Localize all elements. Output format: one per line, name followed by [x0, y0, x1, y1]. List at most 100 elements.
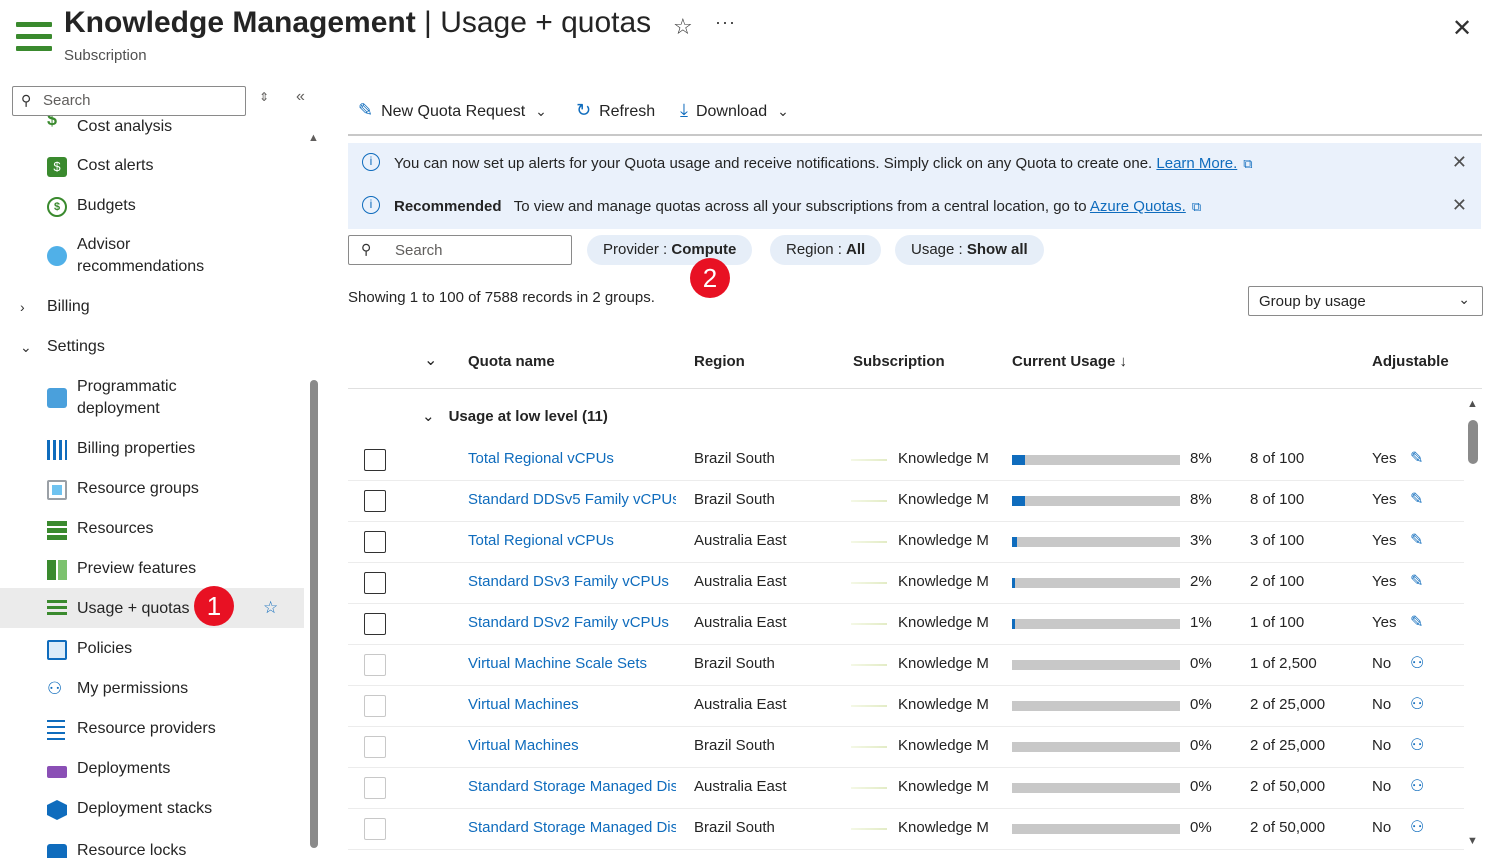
sidebar-search-input[interactable]: ⚲ Search — [12, 86, 246, 116]
usage-count: 3 of 100 — [1250, 532, 1305, 549]
table-row[interactable]: Standard DSv2 Family vCPUs Australia East… — [348, 604, 1464, 645]
table-row[interactable]: Standard DSv3 Family vCPUs Australia East… — [348, 563, 1464, 604]
region-filter-pill[interactable]: Region : All — [770, 235, 882, 265]
sidebar-item-deployment-stacks[interactable]: Deployment stacks — [0, 798, 304, 820]
sidebar-item-programmatic-deployment[interactable]: Programmatic deployment — [0, 376, 304, 420]
collapse-sidebar-icon[interactable]: « — [296, 88, 305, 106]
favorite-star-icon[interactable]: ☆ — [673, 14, 693, 40]
quota-name-link[interactable]: Standard DDSv5 Family vCPUs — [468, 491, 676, 508]
collapse-all-chevron-icon[interactable]: ⌄ — [424, 350, 437, 370]
usage-percent: 0% — [1190, 737, 1212, 754]
sidebar-item-settings[interactable]: ⌄ Settings — [0, 336, 304, 358]
sidebar-item-resource-providers[interactable]: Resource providers — [0, 718, 304, 740]
download-button[interactable]: ⤓ Download ⌄ — [680, 100, 789, 121]
row-checkbox[interactable] — [364, 613, 386, 635]
table-row[interactable]: Total Regional vCPUs Brazil South Knowledg… — [348, 440, 1464, 481]
cost-alerts-icon: $ — [47, 157, 67, 177]
sidebar-item-preview-features[interactable]: Preview features — [0, 558, 304, 580]
row-checkbox[interactable] — [364, 449, 386, 471]
sidebar-item-cost-alerts[interactable]: $ Cost alerts — [0, 155, 304, 177]
quota-name-link[interactable]: Standard Storage Managed Disks — [468, 778, 676, 795]
quota-name-link[interactable]: Virtual Machine Scale Sets — [468, 655, 676, 672]
table-row[interactable]: Virtual Machine Scale Sets Brazil South Kn… — [348, 645, 1464, 686]
quota-name-link[interactable]: Standard Storage Managed Disks — [468, 819, 676, 836]
group-header-low-usage[interactable]: ⌄ Usage at low level (11) — [422, 407, 608, 425]
person-icon[interactable]: ⚇ — [1410, 776, 1424, 796]
table-row[interactable]: Virtual Machines Australia East Knowledge … — [348, 686, 1464, 727]
pencil-icon[interactable]: ✎ — [1410, 612, 1423, 632]
dismiss-banner-icon[interactable]: ✕ — [1452, 152, 1467, 173]
learn-more-link[interactable]: Learn More. — [1156, 155, 1237, 172]
sidebar-item-usage-quotas[interactable]: Usage + quotas ☆ — [0, 588, 304, 628]
table-scrollbar-thumb[interactable] — [1468, 420, 1478, 464]
person-icon[interactable]: ⚇ — [1410, 653, 1424, 673]
close-icon[interactable]: ✕ — [1452, 14, 1472, 43]
row-checkbox[interactable] — [364, 490, 386, 512]
quota-name-link[interactable]: Standard DSv3 Family vCPUs — [468, 573, 676, 590]
usage-count: 2 of 50,000 — [1250, 778, 1326, 795]
region-cell: Brazil South — [694, 491, 775, 508]
col-header-region[interactable]: Region — [694, 353, 745, 370]
favorite-star-icon[interactable]: ☆ — [263, 597, 278, 619]
azure-quotas-link[interactable]: Azure Quotas. — [1090, 198, 1186, 215]
quota-search-input[interactable]: ⚲ Search — [348, 235, 572, 265]
row-checkbox[interactable] — [364, 777, 386, 799]
subscription-icon — [16, 22, 52, 52]
more-options-icon[interactable]: ··· — [715, 12, 736, 33]
region-cell: Australia East — [694, 532, 787, 549]
pencil-icon[interactable]: ✎ — [1410, 489, 1423, 509]
sort-toggle-icon[interactable]: ⇕ — [259, 90, 269, 104]
table-row[interactable]: Virtual Machines Brazil South Knowledge Ma… — [348, 727, 1464, 768]
quota-name-link[interactable]: Total Regional vCPUs — [468, 450, 676, 467]
row-checkbox[interactable] — [364, 531, 386, 553]
col-header-quota-name[interactable]: Quota name — [468, 353, 555, 370]
usage-bar — [1012, 742, 1180, 752]
scroll-up-arrow-icon[interactable]: ▲ — [308, 132, 319, 144]
row-checkbox[interactable] — [364, 736, 386, 758]
sidebar-item-advisor[interactable]: Advisor recommendations — [0, 234, 304, 278]
sidebar-item-cost-analysis[interactable]: $ Cost analysis — [0, 116, 304, 138]
pencil-icon[interactable]: ✎ — [1410, 530, 1423, 550]
usage-count: 1 of 2,500 — [1250, 655, 1317, 672]
pencil-icon[interactable]: ✎ — [1410, 448, 1423, 468]
quota-name-link[interactable]: Virtual Machines — [468, 696, 676, 713]
row-checkbox[interactable] — [364, 654, 386, 676]
scroll-up-arrow-icon[interactable]: ▲ — [1467, 398, 1478, 410]
sidebar-item-resource-groups[interactable]: Resource groups — [0, 478, 304, 500]
sidebar-item-budgets[interactable]: $ Budgets — [0, 195, 304, 217]
quota-name-link[interactable]: Virtual Machines — [468, 737, 676, 754]
sidebar-item-resources[interactable]: Resources — [0, 518, 304, 540]
sidebar-item-deployments[interactable]: Deployments — [0, 758, 304, 780]
sidebar-item-resource-locks[interactable]: Resource locks — [0, 838, 304, 858]
pencil-icon[interactable]: ✎ — [1410, 571, 1423, 591]
sidebar-item-my-permissions[interactable]: ⚇ My permissions — [0, 678, 304, 700]
sidebar-item-policies[interactable]: Policies — [0, 638, 304, 660]
quota-name-link[interactable]: Total Regional vCPUs — [468, 532, 676, 549]
row-checkbox[interactable] — [364, 572, 386, 594]
resource-providers-icon — [47, 720, 65, 740]
dismiss-banner-icon[interactable]: ✕ — [1452, 195, 1467, 216]
person-icon[interactable]: ⚇ — [1410, 735, 1424, 755]
sidebar-item-billing[interactable]: › Billing — [0, 296, 304, 318]
table-row[interactable]: Standard DDSv5 Family vCPUs Brazil South K… — [348, 481, 1464, 522]
new-quota-request-button[interactable]: ✎ New Quota Request ⌄ — [358, 100, 547, 121]
table-row[interactable]: Standard Storage Managed Disks Brazil Sou… — [348, 809, 1464, 850]
sidebar-scrollbar-thumb[interactable] — [310, 380, 318, 848]
group-by-dropdown[interactable]: Group by usage ⌄ — [1248, 286, 1483, 316]
row-checkbox[interactable] — [364, 818, 386, 840]
person-icon[interactable]: ⚇ — [1410, 694, 1424, 714]
refresh-button[interactable]: ↻ Refresh — [576, 100, 655, 121]
table-row[interactable]: Total Regional vCPUs Australia East Knowle… — [348, 522, 1464, 563]
col-header-adjustable[interactable]: Adjustable — [1372, 353, 1449, 370]
scroll-down-arrow-icon[interactable]: ▼ — [1467, 835, 1478, 847]
usage-filter-pill[interactable]: Usage : Show all — [895, 235, 1044, 265]
col-header-current-usage[interactable]: Current Usage ↓ — [1012, 353, 1127, 370]
col-header-subscription[interactable]: Subscription — [853, 353, 945, 370]
provider-filter-pill[interactable]: Provider : Compute — [587, 235, 753, 265]
table-row[interactable]: Standard Storage Managed Disks Australia … — [348, 768, 1464, 809]
sidebar-item-billing-properties[interactable]: Billing properties — [0, 438, 304, 460]
person-icon[interactable]: ⚇ — [1410, 817, 1424, 837]
subscription-fade — [851, 787, 887, 789]
quota-name-link[interactable]: Standard DSv2 Family vCPUs — [468, 614, 676, 631]
row-checkbox[interactable] — [364, 695, 386, 717]
